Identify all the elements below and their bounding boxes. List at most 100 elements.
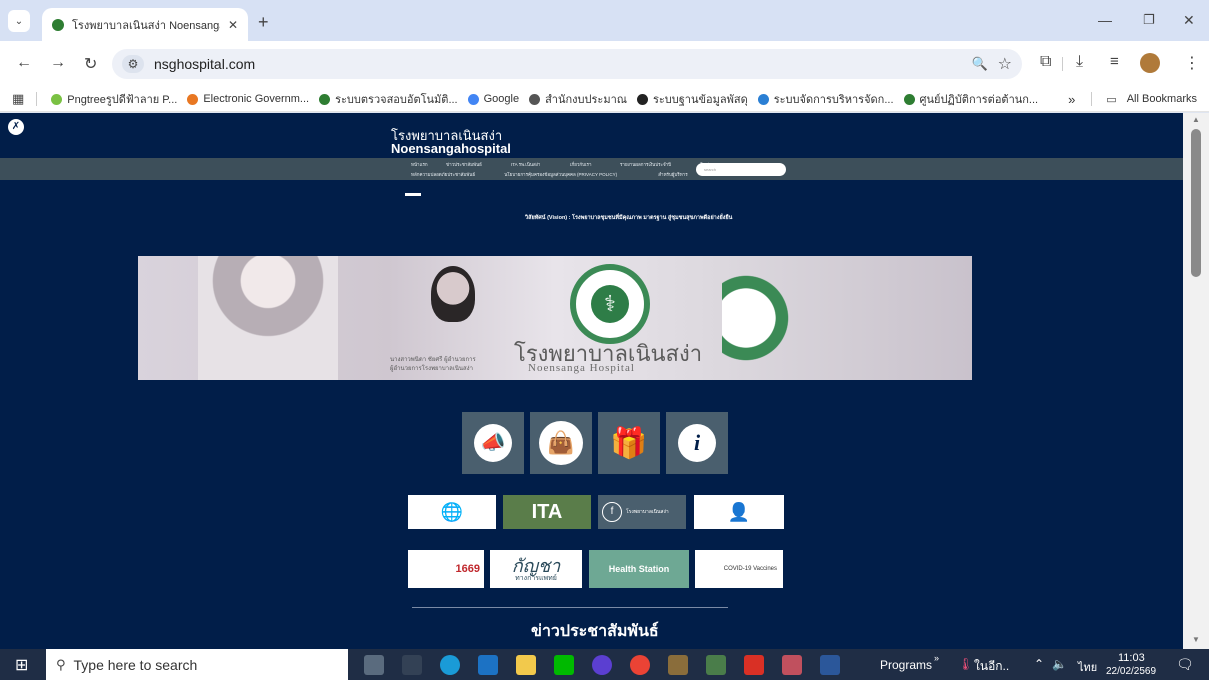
badge-ita[interactable]: ITA xyxy=(503,495,591,529)
address-bar[interactable]: ⚙ nsghospital.com 🔍 ☆ xyxy=(112,49,1022,79)
extensions-icon[interactable]: ⧉ xyxy=(1040,53,1051,71)
procurement-tile[interactable]: 👜 xyxy=(530,412,592,474)
nav-item[interactable]: สำหรับผู้บริหาร xyxy=(658,171,687,178)
nav-item[interactable]: รายงานผลการเงินประจำปี xyxy=(620,161,671,168)
bookmark-divider xyxy=(36,92,38,106)
bookmark-label: ระบบจัดการบริหารจัดก... xyxy=(773,94,894,106)
badge-globe[interactable]: 🌐 xyxy=(408,495,496,529)
bookmark-item[interactable]: Electronic Governm... xyxy=(187,93,309,105)
bookmark-label: Pngtreeรูปดีฟ้าลาย P... xyxy=(67,94,178,106)
bookmark-label: ศูนย์ปฏิบัติการต่อต้านก... xyxy=(919,94,1039,106)
info-tile[interactable]: i xyxy=(666,412,728,474)
menu-icon[interactable]: ⋮ xyxy=(1184,53,1200,73)
site-search-input[interactable]: search xyxy=(696,163,786,176)
tray-chevron-icon[interactable]: ⌃ xyxy=(1034,657,1044,671)
all-bookmarks-link[interactable]: All Bookmarks xyxy=(1127,93,1197,105)
bookmark-label: Electronic Governm... xyxy=(203,93,310,105)
scroll-down-icon[interactable]: ▼ xyxy=(1192,635,1200,644)
notification-icon[interactable]: 🗨 xyxy=(1176,656,1194,673)
tab-title: โรงพยาบาลเนินสง่า Noensangaho xyxy=(72,19,220,32)
badge-person[interactable]: 👤 xyxy=(694,495,784,529)
reading-list-icon[interactable]: ≡ xyxy=(1110,53,1119,70)
download-icon[interactable]: ⤓ xyxy=(1076,53,1083,71)
bookmark-item[interactable]: Google xyxy=(467,93,519,105)
nav-item[interactable]: เกี่ยวกับเรา xyxy=(570,161,592,168)
weather-label[interactable]: ในอีก.. xyxy=(974,657,1009,676)
apps-grid-icon[interactable]: ▦ xyxy=(12,91,24,107)
pdf-app-icon[interactable] xyxy=(782,655,802,675)
announcement-tile[interactable]: 📣 xyxy=(462,412,524,474)
site-name-en[interactable]: Noensangahospital xyxy=(391,141,511,156)
badge-cannabis[interactable]: กัญชา ทางการแพทย์ xyxy=(490,550,582,588)
scroll-thumb[interactable] xyxy=(1191,129,1201,277)
excel-icon[interactable] xyxy=(706,655,726,675)
accessibility-icon[interactable]: ✗ xyxy=(8,119,24,135)
webex-icon[interactable] xyxy=(592,655,612,675)
bookmark-item[interactable]: Pngtreeรูปดีฟ้าลาย P... xyxy=(51,90,177,108)
nav-item[interactable]: นโยบายการคุ้มครองข้อมูลส่วนบุคคล (PRIVAC… xyxy=(504,171,617,178)
zoom-icon[interactable]: 🔍 xyxy=(971,56,987,72)
page-scrollbar[interactable]: ▲ ▼ xyxy=(1183,113,1209,649)
bookmark-item[interactable]: ศูนย์ปฏิบัติการต่อต้านก... xyxy=(903,90,1039,108)
acrobat-icon[interactable] xyxy=(744,655,764,675)
profile-avatar[interactable] xyxy=(1140,53,1160,73)
clock-time[interactable]: 11:03 xyxy=(1118,652,1145,664)
new-tab-button[interactable]: + xyxy=(258,12,269,33)
programs-toolbar[interactable]: Programs xyxy=(880,658,932,672)
badge-health-station[interactable]: Health Station xyxy=(589,550,689,588)
bookmark-item[interactable]: สำนักงบประมาณ xyxy=(529,90,627,108)
caduceus-icon: ⚕ xyxy=(591,285,629,323)
bookmark-favicon-icon xyxy=(529,93,541,105)
back-icon[interactable]: ← xyxy=(16,54,32,72)
task-view-icon[interactable] xyxy=(364,655,384,675)
bookmark-favicon-icon xyxy=(51,93,63,105)
bookmark-item[interactable]: ระบบจัดการบริหารจัดก... xyxy=(757,90,894,108)
banner-logo-right xyxy=(722,256,802,380)
clock-date[interactable]: 22/02/2569 xyxy=(1106,666,1156,677)
input-language[interactable]: ไทย xyxy=(1078,658,1097,676)
badge-facebook[interactable]: f โรงพยาบาลเนินสง่า xyxy=(598,495,686,529)
megaphone-icon: 📣 xyxy=(474,424,512,462)
badge-1669[interactable]: 1669 xyxy=(408,550,484,588)
volume-icon[interactable]: 🔈 xyxy=(1052,657,1067,671)
mail-icon[interactable] xyxy=(478,655,498,675)
nav-item[interactable]: ข่าวประชาสัมพันธ์ xyxy=(446,161,482,168)
bookmark-overflow[interactable]: » xyxy=(1068,92,1075,107)
bookmark-label: สำนักงบประมาณ xyxy=(545,94,627,106)
bookmark-list: Pngtreeรูปดีฟ้าลาย P... Electronic Govern… xyxy=(51,90,1048,108)
active-tab[interactable]: โรงพยาบาลเนินสง่า Noensangaho ✕ xyxy=(42,8,248,41)
user-icon: 👤 xyxy=(727,501,751,522)
calculator-icon[interactable] xyxy=(402,655,422,675)
reload-icon[interactable]: ↻ xyxy=(84,54,97,74)
banner-caption-2: ผู้อำนวยการโรงพยาบาลเนินสง่า xyxy=(390,366,473,372)
edge-icon[interactable] xyxy=(440,655,460,675)
line-icon[interactable] xyxy=(554,655,574,675)
close-tab-icon[interactable]: ✕ xyxy=(228,18,238,32)
bookmark-star-icon[interactable]: ☆ xyxy=(998,54,1012,74)
windows-taskbar: ⊞ ⚲ Type here to search Programs » 🌡 ในอ… xyxy=(0,649,1209,680)
bookmark-item[interactable]: ระบบตรวจสอบอัตโนมัติ... xyxy=(319,90,458,108)
scroll-up-icon[interactable]: ▲ xyxy=(1192,115,1200,124)
site-info-icon[interactable]: ⚙ xyxy=(122,55,144,73)
badge-covid-vaccine[interactable]: COVID-19 Vaccines xyxy=(695,550,783,588)
facebook-icon: f xyxy=(602,502,622,522)
nav-item[interactable]: หลักความปลอดภัยประชาสัมพันธ์ xyxy=(411,171,475,178)
service-tile[interactable]: 🎁 xyxy=(598,412,660,474)
minimize-button[interactable]: — xyxy=(1098,12,1112,28)
taskbar-chevron[interactable]: » xyxy=(934,653,939,663)
tab-search-button[interactable]: ⌄ xyxy=(8,10,30,32)
nav-item[interactable]: ITA รพ.เนินสง่า xyxy=(511,161,540,168)
word-icon[interactable] xyxy=(820,655,840,675)
taskbar-search-input[interactable]: ⚲ Type here to search xyxy=(46,649,348,680)
restore-button[interactable]: ❐ xyxy=(1143,12,1155,28)
bookmark-item[interactable]: ระบบฐานข้อมูลพัสดุ xyxy=(636,90,748,108)
chrome-icon[interactable] xyxy=(630,655,650,675)
close-window-button[interactable]: ✕ xyxy=(1183,12,1195,29)
nav-item[interactable]: หน้าแรก xyxy=(411,161,428,168)
windows-start-icon[interactable]: ⊞ xyxy=(15,655,28,675)
file-explorer-icon[interactable] xyxy=(516,655,536,675)
app-icon-1[interactable] xyxy=(668,655,688,675)
banner-hospital-logo: ⚕ xyxy=(570,264,650,344)
search-icon: ⚲ xyxy=(56,656,66,672)
forward-icon[interactable]: → xyxy=(50,54,66,72)
